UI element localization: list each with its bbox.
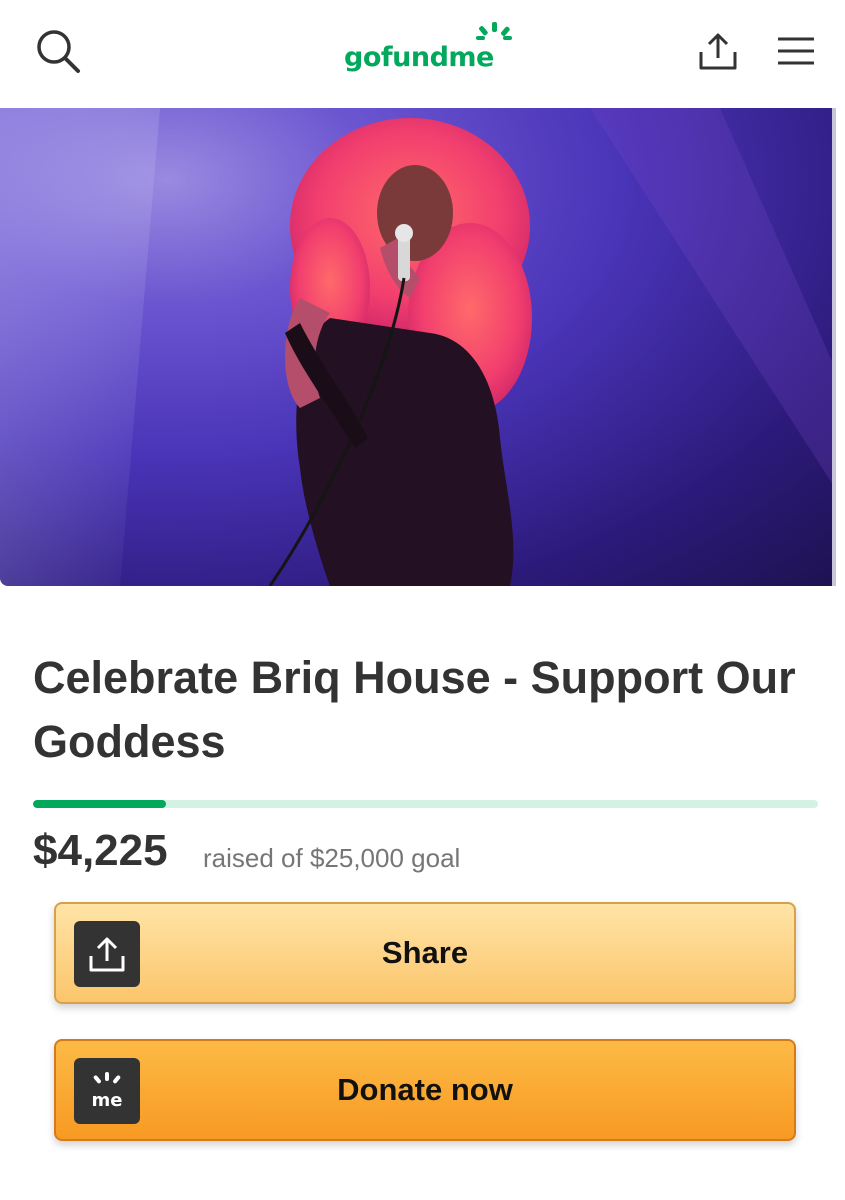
logo-text: gofundme <box>344 42 494 73</box>
share-button-icon-box <box>74 921 140 987</box>
share-button-label: Share <box>381 935 469 970</box>
hamburger-menu-icon <box>778 37 814 65</box>
campaign-hero-image <box>0 108 835 586</box>
donate-now-button[interactable]: me Donate now <box>54 1039 796 1141</box>
search-icon <box>37 30 80 73</box>
gofundme-logo[interactable]: gofundme <box>344 22 514 76</box>
progress-bar <box>33 800 818 808</box>
donate-button-icon-box: me <box>74 1058 140 1124</box>
header-share-button[interactable] <box>690 26 746 76</box>
goal-text: raised of $25,000 goal <box>203 843 461 873</box>
donate-button-label: Donate now <box>337 1072 513 1107</box>
performer-photo <box>0 108 835 586</box>
progress-fill <box>33 800 166 808</box>
share-icon <box>699 33 737 70</box>
scroll-edge <box>832 108 836 586</box>
logo-burst-icon <box>476 22 512 40</box>
gofundme-me-icon: me <box>92 1072 123 1111</box>
top-header: gofundme <box>0 0 845 108</box>
share-icon <box>89 937 125 972</box>
menu-button[interactable] <box>770 26 822 76</box>
campaign-title: Celebrate Briq House - Support Our Godde… <box>33 652 796 767</box>
amount-raised: $4,225 <box>33 826 168 875</box>
share-button[interactable]: Share <box>54 902 796 1004</box>
search-button[interactable] <box>30 26 86 76</box>
donate-icon-text: me <box>92 1090 123 1111</box>
